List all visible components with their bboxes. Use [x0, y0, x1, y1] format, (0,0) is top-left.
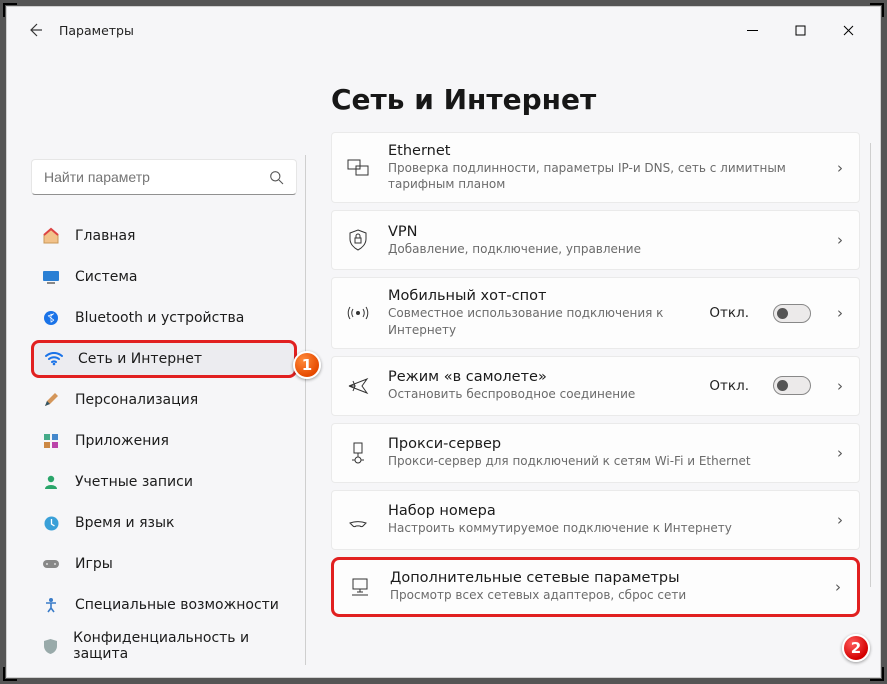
minimize-button[interactable]: [730, 14, 774, 46]
chevron-right-icon: ›: [837, 377, 843, 395]
maximize-button[interactable]: [778, 14, 822, 46]
chevron-right-icon: ›: [837, 159, 843, 177]
nav-list: Главная Система Bluetooth и устройства С…: [31, 217, 297, 665]
card-desc: Проверка подлинности, параметры IP-и DNS…: [388, 160, 821, 192]
card-proxy[interactable]: Прокси-серверПрокси-сервер для подключен…: [331, 423, 860, 483]
sidebar-item-label: Система: [75, 269, 137, 285]
sidebar-item-home[interactable]: Главная: [31, 217, 297, 255]
annotation-badge-1: 1: [293, 351, 321, 379]
sidebar-item-label: Специальные возможности: [75, 597, 279, 613]
bluetooth-icon: [41, 308, 61, 328]
sidebar-item-accessibility[interactable]: Специальные возможности: [31, 586, 297, 624]
card-desc: Настроить коммутируемое подключение к Ин…: [388, 520, 821, 536]
sidebar-item-bluetooth[interactable]: Bluetooth и устройства: [31, 299, 297, 337]
brush-icon: [41, 390, 61, 410]
sidebar-item-label: Главная: [75, 228, 135, 244]
titlebar: Параметры: [7, 7, 880, 53]
page-title: Сеть и Интернет: [331, 83, 860, 116]
phone-icon: [344, 511, 372, 529]
sidebar: Главная Система Bluetooth и устройства С…: [7, 53, 315, 677]
sidebar-item-label: Персонализация: [75, 392, 198, 408]
search-icon: [269, 170, 284, 185]
chevron-right-icon: ›: [837, 444, 843, 462]
chevron-right-icon: ›: [837, 231, 843, 249]
sidebar-item-label: Игры: [75, 556, 113, 572]
card-title: Режим «в самолете»: [388, 369, 693, 385]
accessibility-icon: [41, 595, 61, 615]
card-vpn[interactable]: VPNДобавление, подключение, управление ›: [331, 210, 860, 270]
shield-icon: [41, 636, 59, 656]
search-input[interactable]: [44, 169, 269, 185]
card-title: Ethernet: [388, 143, 821, 159]
airplane-icon: [344, 376, 372, 396]
card-hotspot[interactable]: Мобильный хот-спотСовместное использован…: [331, 277, 860, 348]
monitor-icon: [41, 267, 61, 287]
main-panel: Сеть и Интернет EthernetПроверка подлинн…: [315, 53, 880, 677]
chevron-right-icon: ›: [837, 511, 843, 529]
card-ethernet[interactable]: EthernetПроверка подлинности, параметры …: [331, 132, 860, 203]
chevron-right-icon: ›: [837, 304, 843, 322]
chevron-right-icon: ›: [835, 578, 841, 596]
sidebar-item-label: Время и язык: [75, 515, 174, 531]
back-button[interactable]: [17, 12, 53, 48]
sidebar-item-system[interactable]: Система: [31, 258, 297, 296]
sidebar-item-apps[interactable]: Приложения: [31, 422, 297, 460]
toggle-status: Откл.: [709, 305, 749, 321]
person-icon: [41, 472, 61, 492]
sidebar-item-gaming[interactable]: Игры: [31, 545, 297, 583]
sidebar-item-privacy[interactable]: Конфиденциальность и защита: [31, 627, 297, 665]
card-title: Набор номера: [388, 503, 821, 519]
sidebar-item-time[interactable]: Время и язык: [31, 504, 297, 542]
card-desc: Добавление, подключение, управление: [388, 241, 821, 257]
sidebar-item-accounts[interactable]: Учетные записи: [31, 463, 297, 501]
close-button[interactable]: [826, 14, 870, 46]
card-airplane[interactable]: Режим «в самолете»Остановить беспроводно…: [331, 356, 860, 416]
card-advanced-network[interactable]: Дополнительные сетевые параметрыПросмотр…: [331, 557, 860, 617]
toggle-status: Откл.: [709, 378, 749, 394]
app-title: Параметры: [59, 23, 134, 38]
wifi-icon: [44, 349, 64, 369]
annotation-badge-2: 2: [842, 634, 870, 662]
gamepad-icon: [41, 554, 61, 574]
sidebar-item-network[interactable]: Сеть и Интернет: [31, 340, 297, 378]
card-dialup[interactable]: Набор номераНастроить коммутируемое подк…: [331, 490, 860, 550]
card-desc: Остановить беспроводное соединение: [388, 386, 693, 402]
hotspot-toggle[interactable]: [773, 304, 811, 323]
sidebar-item-label: Bluetooth и устройства: [75, 310, 244, 326]
network-adapter-icon: [346, 577, 374, 597]
ethernet-icon: [344, 159, 372, 177]
card-desc: Прокси-сервер для подключений к сетям Wi…: [388, 453, 821, 469]
card-title: VPN: [388, 224, 821, 240]
airplane-toggle[interactable]: [773, 376, 811, 395]
sidebar-item-personalization[interactable]: Персонализация: [31, 381, 297, 419]
card-desc: Просмотр всех сетевых адаптеров, сброс с…: [390, 587, 819, 603]
shield-lock-icon: [344, 229, 372, 251]
card-title: Мобильный хот-спот: [388, 288, 693, 304]
search-box[interactable]: [31, 159, 297, 195]
home-icon: [41, 226, 61, 246]
sidebar-item-label: Конфиденциальность и защита: [73, 630, 287, 662]
card-title: Прокси-сервер: [388, 436, 821, 452]
sidebar-item-label: Учетные записи: [75, 474, 193, 490]
proxy-icon: [344, 442, 372, 464]
clock-globe-icon: [41, 513, 61, 533]
hotspot-icon: [344, 304, 372, 322]
apps-icon: [41, 431, 61, 451]
sidebar-item-label: Сеть и Интернет: [78, 351, 202, 367]
card-desc: Совместное использование подключения к И…: [388, 305, 693, 337]
divider: [305, 155, 306, 665]
sidebar-item-label: Приложения: [75, 433, 169, 449]
card-title: Дополнительные сетевые параметры: [390, 570, 819, 586]
